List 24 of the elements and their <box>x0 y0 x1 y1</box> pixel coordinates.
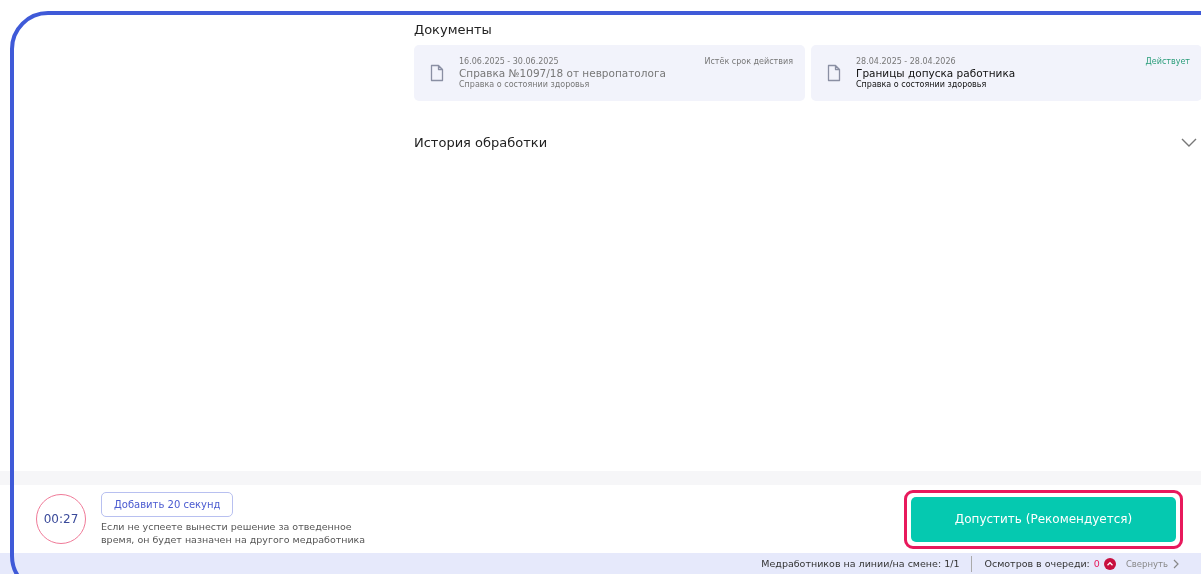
document-card[interactable]: 28.04.2025 - 28.04.2026 Действует Границы допуска работника Справка о состоянии здоровья <box>811 45 1201 101</box>
chevron-down-icon[interactable] <box>1181 137 1197 148</box>
document-type: Справка о состоянии здоровья <box>459 80 591 89</box>
document-name: Границы допуска работника <box>856 67 1017 79</box>
document-status: Истёк срок действия <box>704 57 793 66</box>
document-dates: 16.06.2025 - 30.06.2025 <box>459 57 559 66</box>
collapse-link[interactable]: Свернуть <box>1125 558 1168 569</box>
queue-count: 0 <box>1093 558 1100 569</box>
document-icon <box>430 64 444 82</box>
document-card[interactable]: 16.06.2025 - 30.06.2025 Истёк срок действия Справка №1097/18 от невропатолога Справка о состоянии здоровья <box>414 45 805 101</box>
staff-count: Медработников на линии/на смене: 1/1 <box>761 558 960 569</box>
timer-hint: Если не успеете вынести решение за отведенное время, он будет назначен на другого медработника <box>101 520 367 546</box>
countdown-timer: 00:27 <box>36 494 86 544</box>
add-time-button[interactable]: Добавить 20 секунд <box>101 492 234 517</box>
document-icon <box>827 64 841 82</box>
document-name: Справка №1097/18 от невропатолога <box>459 67 667 79</box>
queue-label: Осмотров в очереди: <box>984 558 1090 569</box>
document-status: Действует <box>1145 57 1190 66</box>
document-type: Справка о состоянии здоровья <box>856 80 988 89</box>
document-dates: 28.04.2025 - 28.04.2026 <box>856 57 956 66</box>
chevron-up-icon[interactable] <box>1103 557 1116 570</box>
section-title: История обработки <box>414 135 548 150</box>
section-title: Документы <box>414 22 492 37</box>
chevron-right-icon <box>1173 558 1179 569</box>
